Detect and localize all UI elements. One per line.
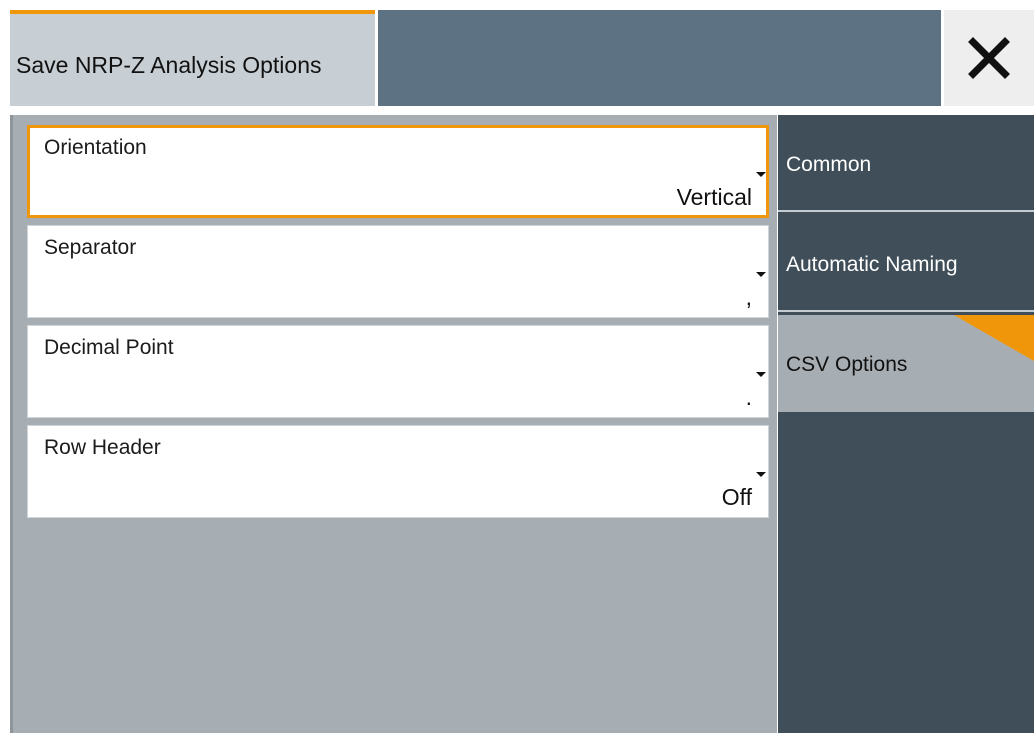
orientation-label: Orientation (44, 136, 147, 159)
tab-automatic-naming-label: Automatic Naming (786, 253, 958, 276)
row-header-value: Off (721, 484, 752, 510)
tab-csv-options-label: CSV Options (786, 353, 908, 376)
row-header-select[interactable]: Row Header Off (27, 425, 769, 518)
dropdown-caret-icon (756, 472, 766, 477)
options-panel: Orientation Vertical Separator , Decimal… (10, 115, 777, 733)
dropdown-caret-icon (756, 372, 766, 377)
orientation-select[interactable]: Orientation Vertical (27, 125, 769, 218)
dropdown-caret-icon (756, 172, 766, 177)
row-header-label: Row Header (44, 436, 161, 459)
close-icon (967, 36, 1011, 80)
tab-csv-options[interactable]: CSV Options (778, 315, 1034, 412)
side-tab-panel: Common Automatic Naming CSV Options (778, 115, 1034, 733)
tab-automatic-naming[interactable]: Automatic Naming (778, 215, 1034, 312)
close-button[interactable] (944, 10, 1034, 106)
decimal-point-label: Decimal Point (44, 336, 174, 359)
active-tab-marker (954, 315, 1034, 361)
decimal-point-select[interactable]: Decimal Point . (27, 325, 769, 418)
separator-select[interactable]: Separator , (27, 225, 769, 318)
decimal-point-value: . (745, 384, 752, 410)
separator-value: , (745, 284, 752, 310)
dialog-title-tab: Save NRP-Z Analysis Options (10, 10, 375, 106)
dropdown-caret-icon (756, 272, 766, 277)
dialog-title: Save NRP-Z Analysis Options (16, 52, 322, 78)
tab-common[interactable]: Common (778, 115, 1034, 212)
separator-label: Separator (44, 236, 137, 259)
tab-common-label: Common (786, 153, 872, 176)
save-options-dialog: Save NRP-Z Analysis Options Orientation … (0, 0, 1034, 733)
orientation-value: Vertical (676, 184, 752, 210)
header-bar (378, 10, 941, 106)
